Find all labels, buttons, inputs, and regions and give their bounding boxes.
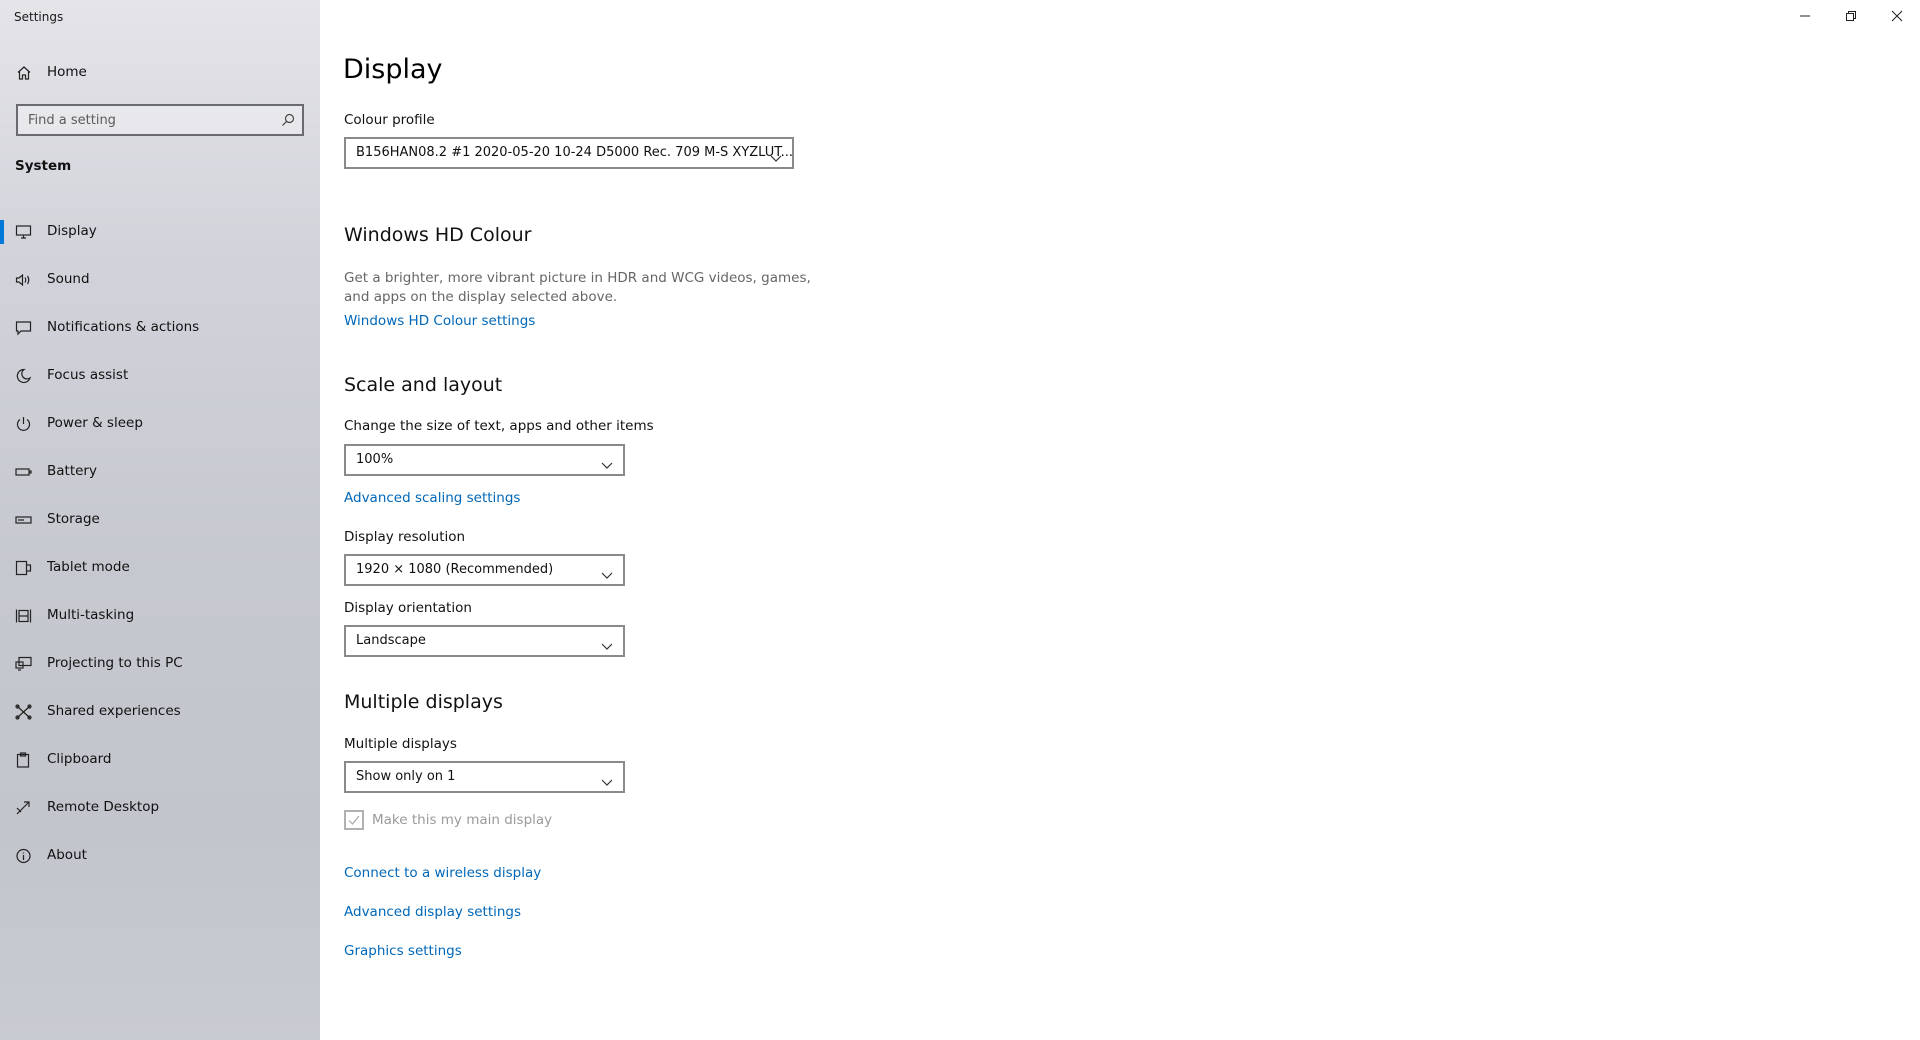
sidebar-item-remote-desktop[interactable]: Remote Desktop: [0, 784, 320, 832]
multiple-displays-select[interactable]: Show only on 1: [344, 761, 625, 793]
storage-icon: [15, 512, 32, 528]
colour-profile-label: Colour profile: [344, 112, 435, 128]
hd-colour-heading: Windows HD Colour: [344, 224, 532, 246]
orientation-value: Landscape: [356, 633, 426, 648]
colour-profile-select[interactable]: B156HAN08.2 #1 2020-05-20 10-24 D5000 Re…: [344, 137, 794, 169]
restore-icon: [1846, 11, 1856, 21]
main-display-checkbox[interactable]: [344, 810, 364, 830]
sidebar-item-notifications[interactable]: Notifications & actions: [0, 304, 320, 352]
text-size-label: Change the size of text, apps and other …: [344, 418, 654, 434]
close-icon: [1891, 10, 1903, 22]
notification-icon: [15, 320, 32, 336]
sidebar-item-label: Multi-tasking: [47, 607, 135, 623]
sidebar-item-clipboard[interactable]: Clipboard: [0, 736, 320, 784]
sidebar-item-focus-assist[interactable]: Focus assist: [0, 352, 320, 400]
sidebar: Settings Home System Display: [0, 0, 320, 1040]
scale-layout-heading: Scale and layout: [344, 374, 503, 396]
sidebar-item-label: Notifications & actions: [47, 319, 200, 335]
multitasking-icon: [15, 608, 32, 624]
chevron-down-icon: [601, 636, 613, 650]
advanced-display-settings-link[interactable]: Advanced display settings: [344, 904, 521, 920]
main-content: Display Colour profile B156HAN08.2 #1 20…: [343, 0, 1843, 1040]
connect-wireless-display-link[interactable]: Connect to a wireless display: [344, 865, 541, 881]
resolution-value: 1920 × 1080 (Recommended): [356, 562, 554, 577]
multiple-displays-value: Show only on 1: [356, 769, 456, 784]
main-display-checkbox-label: Make this my main display: [372, 812, 553, 828]
app-title: Settings: [14, 10, 64, 24]
tablet-icon: [15, 560, 32, 576]
checkmark-icon: [348, 815, 360, 825]
shared-icon: [15, 704, 32, 720]
orientation-select[interactable]: Landscape: [344, 625, 625, 657]
remote-desktop-icon: [15, 800, 32, 816]
sidebar-item-label: Shared experiences: [47, 703, 181, 719]
sidebar-item-label: About: [47, 847, 87, 863]
sidebar-item-label: Remote Desktop: [47, 799, 160, 815]
home-label: Home: [47, 64, 87, 80]
projecting-icon: [15, 656, 32, 672]
hd-colour-settings-link[interactable]: Windows HD Colour settings: [344, 313, 535, 329]
sidebar-item-label: Tablet mode: [47, 559, 130, 575]
sidebar-item-label: Storage: [47, 511, 100, 527]
multiple-displays-label: Multiple displays: [344, 736, 457, 752]
home-icon: [16, 65, 32, 81]
sidebar-item-label: Projecting to this PC: [47, 655, 183, 671]
sidebar-item-sound[interactable]: Sound: [0, 256, 320, 304]
resolution-select[interactable]: 1920 × 1080 (Recommended): [344, 554, 625, 586]
sidebar-nav: Display Sound Notifications & actions Fo…: [0, 208, 320, 880]
sidebar-item-label: Sound: [47, 271, 90, 287]
speaker-icon: [15, 272, 32, 288]
graphics-settings-link[interactable]: Graphics settings: [344, 943, 462, 959]
orientation-label: Display orientation: [344, 600, 472, 616]
sidebar-item-power-sleep[interactable]: Power & sleep: [0, 400, 320, 448]
search-icon[interactable]: [280, 112, 296, 128]
sidebar-item-tablet-mode[interactable]: Tablet mode: [0, 544, 320, 592]
scale-select[interactable]: 100%: [344, 444, 625, 476]
power-icon: [15, 416, 32, 432]
sidebar-item-multi-tasking[interactable]: Multi-tasking: [0, 592, 320, 640]
info-icon: [15, 848, 32, 864]
monitor-icon: [15, 224, 32, 240]
close-button[interactable]: [1874, 0, 1920, 32]
clipboard-icon: [15, 752, 32, 768]
scale-value: 100%: [356, 452, 394, 467]
main-display-checkbox-row: Make this my main display: [344, 810, 552, 830]
sidebar-item-label: Battery: [47, 463, 97, 479]
chevron-down-icon: [601, 455, 613, 469]
advanced-scaling-link[interactable]: Advanced scaling settings: [344, 490, 520, 506]
hd-colour-description: Get a brighter, more vibrant picture in …: [344, 270, 811, 305]
sidebar-item-label: Focus assist: [47, 367, 129, 383]
sidebar-item-projecting[interactable]: Projecting to this PC: [0, 640, 320, 688]
search-box[interactable]: [16, 104, 304, 136]
home-button[interactable]: Home: [0, 58, 320, 88]
colour-profile-value: B156HAN08.2 #1 2020-05-20 10-24 D5000 Re…: [356, 145, 794, 160]
sidebar-item-shared-experiences[interactable]: Shared experiences: [0, 688, 320, 736]
moon-icon: [15, 368, 32, 384]
sidebar-item-label: Power & sleep: [47, 415, 143, 431]
chevron-down-icon: [770, 148, 782, 162]
sidebar-item-about[interactable]: About: [0, 832, 320, 880]
page-title: Display: [343, 54, 443, 85]
sidebar-item-battery[interactable]: Battery: [0, 448, 320, 496]
sidebar-item-label: Clipboard: [47, 751, 112, 767]
section-label: System: [15, 158, 72, 174]
chevron-down-icon: [601, 565, 613, 579]
sidebar-item-display[interactable]: Display: [0, 208, 320, 256]
sidebar-item-storage[interactable]: Storage: [0, 496, 320, 544]
multiple-displays-heading: Multiple displays: [344, 691, 503, 713]
battery-icon: [15, 464, 32, 480]
sidebar-item-label: Display: [47, 223, 97, 239]
resolution-label: Display resolution: [344, 529, 466, 545]
active-indicator: [0, 220, 4, 244]
chevron-down-icon: [601, 772, 613, 786]
search-input[interactable]: [18, 106, 268, 134]
